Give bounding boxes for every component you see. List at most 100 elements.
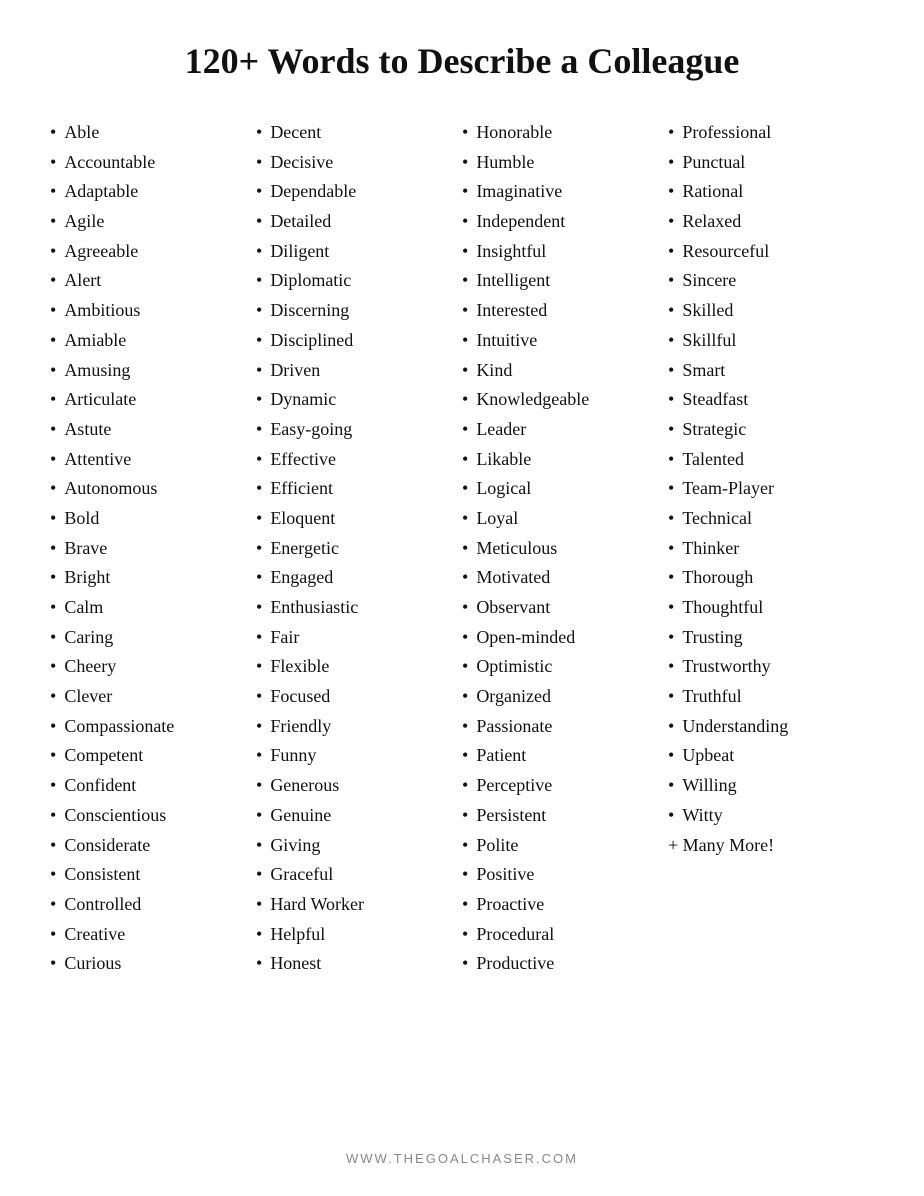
list-item: Likable (462, 445, 668, 475)
list-item: Decisive (256, 148, 462, 178)
list-item: Insightful (462, 237, 668, 267)
list-item: Trustworthy (668, 652, 874, 682)
column-3: HonorableHumbleImaginativeIndependentIns… (462, 118, 668, 1121)
list-item: Conscientious (50, 801, 256, 831)
list-item: Caring (50, 623, 256, 653)
list-item: Amiable (50, 326, 256, 356)
list-item: Clever (50, 682, 256, 712)
list-item: Professional (668, 118, 874, 148)
list-item: Brave (50, 534, 256, 564)
list-item: Helpful (256, 920, 462, 950)
list-item: Open-minded (462, 623, 668, 653)
list-item: Positive (462, 860, 668, 890)
list-item: Upbeat (668, 741, 874, 771)
list-item: Perceptive (462, 771, 668, 801)
columns-container: AbleAccountableAdaptableAgileAgreeableAl… (50, 118, 874, 1121)
list-item: Interested (462, 296, 668, 326)
list-item: Alert (50, 266, 256, 296)
list-item: Imaginative (462, 177, 668, 207)
list-item: Thorough (668, 563, 874, 593)
list-item: Steadfast (668, 385, 874, 415)
list-item: Honorable (462, 118, 668, 148)
list-item: Able (50, 118, 256, 148)
list-item: Efficient (256, 474, 462, 504)
list-item: Understanding (668, 712, 874, 742)
list-item: Accountable (50, 148, 256, 178)
list-item: Bright (50, 563, 256, 593)
list-item: Adaptable (50, 177, 256, 207)
list-item: Rational (668, 177, 874, 207)
list-item: Decent (256, 118, 462, 148)
list-item: Articulate (50, 385, 256, 415)
list-item: Generous (256, 771, 462, 801)
list-item: Intelligent (462, 266, 668, 296)
list-item: Skillful (668, 326, 874, 356)
list-item: Fair (256, 623, 462, 653)
list-item: Graceful (256, 860, 462, 890)
list-item: Enthusiastic (256, 593, 462, 623)
list-item: Focused (256, 682, 462, 712)
list-item: Confident (50, 771, 256, 801)
list-item: Kind (462, 356, 668, 386)
list-item: Friendly (256, 712, 462, 742)
list-item: Truthful (668, 682, 874, 712)
list-item: Procedural (462, 920, 668, 950)
word-list-1: AbleAccountableAdaptableAgileAgreeableAl… (50, 118, 256, 979)
list-item: Humble (462, 148, 668, 178)
footer-text: WWW.THEGOALCHASER.COM (50, 1151, 874, 1166)
list-item: Sincere (668, 266, 874, 296)
list-item: Agreeable (50, 237, 256, 267)
page-title: 120+ Words to Describe a Colleague (50, 40, 874, 82)
list-item: Persistent (462, 801, 668, 831)
list-item: Resourceful (668, 237, 874, 267)
list-item: Hard Worker (256, 890, 462, 920)
list-item: Consistent (50, 860, 256, 890)
list-item: Controlled (50, 890, 256, 920)
list-item: Driven (256, 356, 462, 386)
column-2: DecentDecisiveDependableDetailedDiligent… (256, 118, 462, 1121)
list-item: Passionate (462, 712, 668, 742)
list-item: Relaxed (668, 207, 874, 237)
list-item: Astute (50, 415, 256, 445)
list-item: Easy-going (256, 415, 462, 445)
list-item: Ambitious (50, 296, 256, 326)
list-item: Proactive (462, 890, 668, 920)
list-item: Thinker (668, 534, 874, 564)
list-item: Witty (668, 801, 874, 831)
list-item: Giving (256, 831, 462, 861)
column-4: ProfessionalPunctualRationalRelaxedResou… (668, 118, 874, 1121)
list-item: Punctual (668, 148, 874, 178)
list-item: Bold (50, 504, 256, 534)
word-list-4: ProfessionalPunctualRationalRelaxedResou… (668, 118, 874, 831)
list-item: Agile (50, 207, 256, 237)
list-item: Leader (462, 415, 668, 445)
list-item: Diligent (256, 237, 462, 267)
list-item: Autonomous (50, 474, 256, 504)
word-list-3: HonorableHumbleImaginativeIndependentIns… (462, 118, 668, 979)
list-item: Curious (50, 949, 256, 979)
list-item: Eloquent (256, 504, 462, 534)
list-item: Disciplined (256, 326, 462, 356)
list-item: Motivated (462, 563, 668, 593)
list-item: Thoughtful (668, 593, 874, 623)
page: 120+ Words to Describe a Colleague AbleA… (0, 0, 924, 1196)
list-item: Loyal (462, 504, 668, 534)
list-item: Diplomatic (256, 266, 462, 296)
list-item: Skilled (668, 296, 874, 326)
list-item: Patient (462, 741, 668, 771)
list-item: Polite (462, 831, 668, 861)
list-item: Smart (668, 356, 874, 386)
list-item: Compassionate (50, 712, 256, 742)
word-list-2: DecentDecisiveDependableDetailedDiligent… (256, 118, 462, 979)
list-item: Independent (462, 207, 668, 237)
list-item: Productive (462, 949, 668, 979)
list-item: Discerning (256, 296, 462, 326)
list-item: Genuine (256, 801, 462, 831)
list-item: Funny (256, 741, 462, 771)
list-item: Honest (256, 949, 462, 979)
plus-more-text: + Many More! (668, 831, 874, 861)
list-item: Considerate (50, 831, 256, 861)
list-item: Technical (668, 504, 874, 534)
list-item: Team-Player (668, 474, 874, 504)
list-item: Cheery (50, 652, 256, 682)
